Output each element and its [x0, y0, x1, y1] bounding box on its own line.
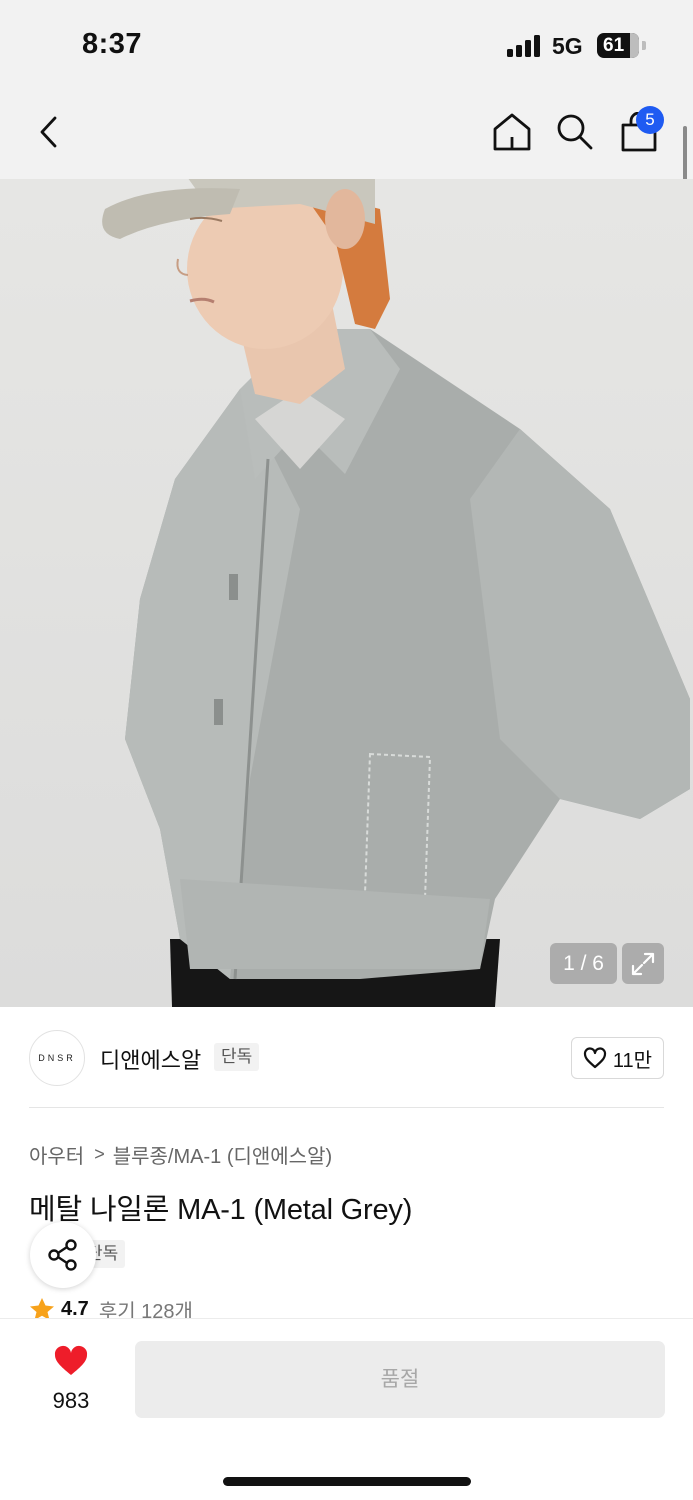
breadcrumb: 아우터 > 블루종/MA-1 (디앤에스알) — [29, 1140, 332, 1169]
nav-bar — [0, 92, 693, 179]
status-time: 8:37 — [82, 28, 143, 60]
rating-score: 4.7 — [61, 1298, 89, 1320]
chevron-left-icon — [40, 116, 57, 148]
star-icon — [30, 1298, 54, 1320]
product-title: 메탈 나일론 MA-1 (Metal Grey) — [29, 1194, 413, 1226]
chevron-right-icon: > — [94, 1144, 105, 1164]
soldout-button: 품절 — [135, 1341, 665, 1418]
home-indicator — [223, 1477, 471, 1486]
heart-outline-icon — [583, 1047, 607, 1069]
breadcrumb-category[interactable]: 아우터 — [29, 1140, 84, 1169]
product-photo — [102, 179, 690, 1007]
review-count: 후기 128개 — [98, 1300, 193, 1321]
battery-tip — [642, 41, 646, 50]
network-label: 5G — [552, 33, 583, 59]
heart-filled-icon — [54, 1345, 88, 1375]
battery-icon: 61 — [597, 33, 639, 58]
breadcrumb-subcategory[interactable]: 블루종/MA-1 (디앤에스알) — [113, 1140, 332, 1169]
signal-icon — [507, 35, 543, 57]
brand-logo[interactable]: DNSR — [29, 1030, 85, 1086]
search-button[interactable] — [547, 104, 603, 160]
expand-icon — [631, 952, 655, 975]
image-counter: 1 / 6 — [550, 943, 617, 984]
divider — [29, 1107, 664, 1108]
cart-count-badge: 5 — [636, 106, 664, 134]
brand-like-button[interactable]: 11만 — [571, 1037, 664, 1079]
search-icon — [557, 114, 593, 150]
wish-button[interactable]: 983 — [38, 1345, 104, 1414]
brand-name[interactable]: 디앤에스알 — [100, 1043, 201, 1075]
share-icon — [48, 1239, 77, 1271]
home-icon — [493, 113, 531, 151]
share-button[interactable] — [30, 1222, 96, 1288]
home-button[interactable] — [484, 104, 540, 160]
expand-button[interactable] — [622, 943, 664, 984]
rating-row[interactable]: 4.7 후기 128개 — [29, 1298, 193, 1320]
brand-like-count: 11만 — [612, 1049, 653, 1072]
status-bar: 8:37 5G 61 — [0, 0, 693, 92]
product-image[interactable] — [0, 179, 693, 1007]
back-button[interactable] — [22, 104, 78, 160]
exclusive-tag: 단독 — [214, 1043, 260, 1071]
wish-count: 983 — [52, 1388, 90, 1413]
